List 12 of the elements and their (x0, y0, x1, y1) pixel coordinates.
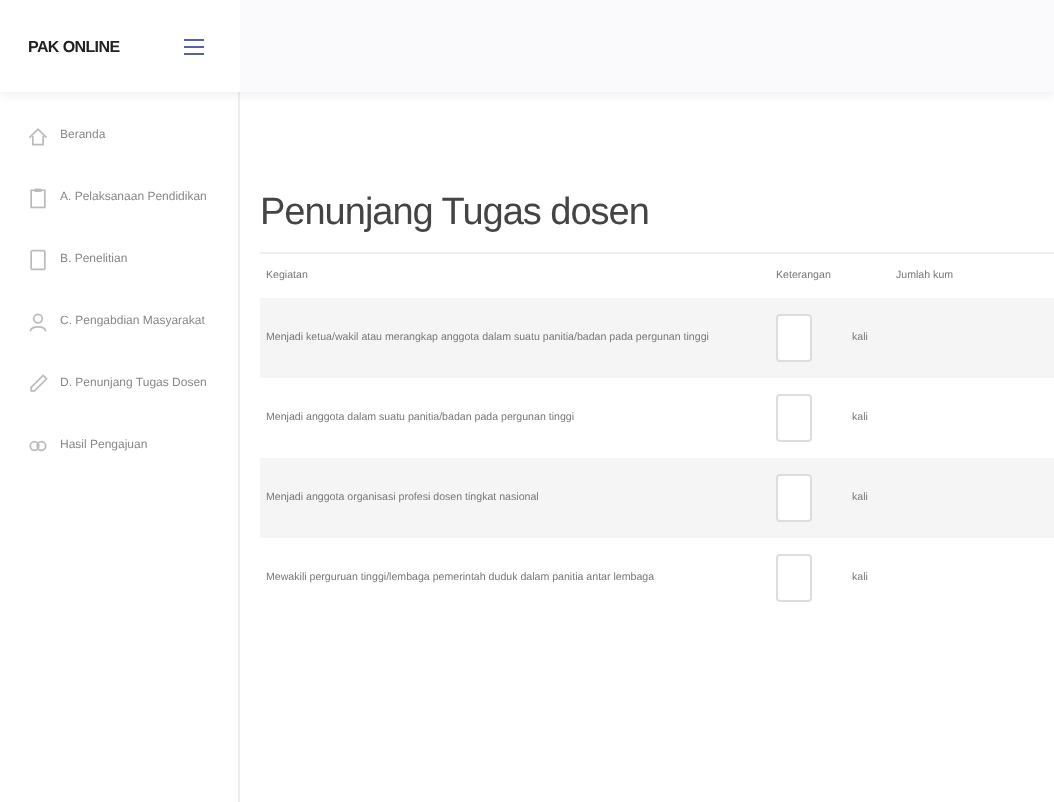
user-icon (26, 309, 50, 333)
input-field[interactable] (776, 474, 812, 522)
clipboard-icon (26, 185, 50, 209)
home-icon (26, 123, 50, 147)
input-field[interactable] (776, 314, 812, 362)
menu-icon[interactable] (184, 37, 204, 55)
brand-title: PAK ONLINE (28, 37, 120, 55)
input-field[interactable] (776, 554, 812, 602)
pencil-icon (26, 371, 50, 395)
page-title: Penunjang Tugas dosen (260, 192, 651, 236)
input-field[interactable] (776, 394, 812, 442)
tablet-icon (26, 247, 50, 271)
